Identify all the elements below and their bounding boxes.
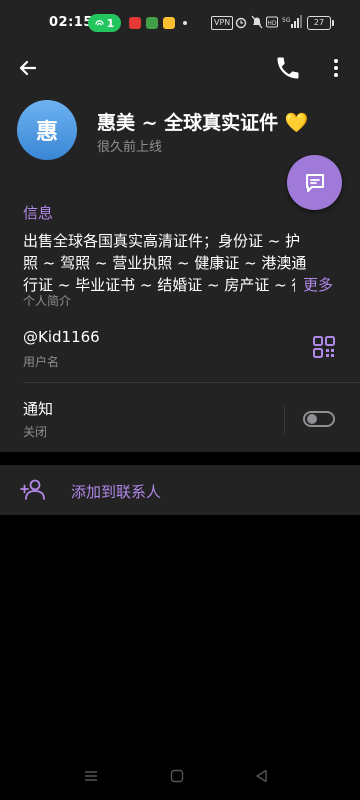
info-section: 信息 出售全球各国真实高清证件；身份证 ~ 护照 ~ 驾照 ~ 营业执照 ~ 健… bbox=[0, 182, 360, 452]
back-triangle-icon[interactable] bbox=[255, 769, 269, 783]
message-app-icon bbox=[163, 17, 175, 29]
hotspot-pill: 1 bbox=[88, 14, 121, 32]
chat-icon bbox=[305, 173, 324, 192]
battery-indicator: 27 bbox=[307, 16, 334, 30]
back-arrow-icon[interactable] bbox=[14, 54, 42, 82]
username-caption: 用户名 bbox=[23, 355, 60, 369]
add-person-icon bbox=[20, 479, 45, 500]
menu-icon[interactable] bbox=[84, 769, 98, 783]
phone-icon[interactable] bbox=[274, 54, 302, 82]
more-vertical-icon[interactable] bbox=[324, 54, 348, 82]
system-nav-bar bbox=[0, 755, 360, 800]
avatar[interactable]: 惠 bbox=[17, 100, 77, 160]
heart-emoji: 💛 bbox=[284, 112, 309, 134]
add-to-contacts-row[interactable]: 添加到联系人 bbox=[0, 465, 360, 515]
tool-app-icon bbox=[146, 17, 158, 29]
hd-icon: HD bbox=[266, 16, 278, 28]
vpn-badge: VPN bbox=[211, 16, 234, 30]
home-square-icon[interactable] bbox=[170, 769, 184, 783]
hotspot-count: 1 bbox=[106, 16, 115, 30]
avatar-initial: 惠 bbox=[35, 120, 58, 145]
notification-dot bbox=[183, 21, 187, 25]
notifications-toggle[interactable] bbox=[303, 411, 335, 427]
bio-more-link[interactable]: 更多 bbox=[295, 274, 334, 295]
notifications-status: 关闭 bbox=[23, 425, 48, 439]
svg-text:5G: 5G bbox=[282, 17, 291, 24]
hotspot-icon bbox=[94, 19, 104, 25]
toggle-divider bbox=[284, 406, 285, 434]
alarm-icon bbox=[235, 17, 247, 29]
section-divider bbox=[23, 382, 360, 383]
bio-text[interactable]: 出售全球各国真实高清证件；身份证 ~ 护照 ~ 驾照 ~ 营业执照 ~ 健康证 … bbox=[23, 230, 313, 296]
status-time: 02:15 bbox=[49, 15, 93, 30]
profile-name: 惠美 ~ 全球真实证件 💛 bbox=[97, 108, 308, 135]
signal-icon: 5G bbox=[282, 15, 302, 28]
svg-text:HD: HD bbox=[267, 20, 277, 27]
bio-caption: 个人简介 bbox=[23, 294, 72, 308]
add-to-contacts-label: 添加到联系人 bbox=[71, 483, 162, 501]
toggle-knob bbox=[307, 414, 317, 424]
send-message-button[interactable] bbox=[287, 155, 342, 210]
username-value[interactable]: @Kid1166 bbox=[23, 328, 100, 346]
qr-code-icon[interactable] bbox=[313, 336, 335, 358]
info-section-title: 信息 bbox=[23, 204, 54, 222]
mute-icon bbox=[251, 15, 263, 29]
status-bar: 02:15 1 VPN HD 5G 27 bbox=[0, 0, 360, 48]
profile-name-text: 惠美 ~ 全球真实证件 bbox=[97, 112, 279, 134]
notifications-label[interactable]: 通知 bbox=[23, 398, 53, 419]
music-app-icon bbox=[129, 17, 141, 29]
last-seen-status: 很久前上线 bbox=[97, 140, 163, 155]
